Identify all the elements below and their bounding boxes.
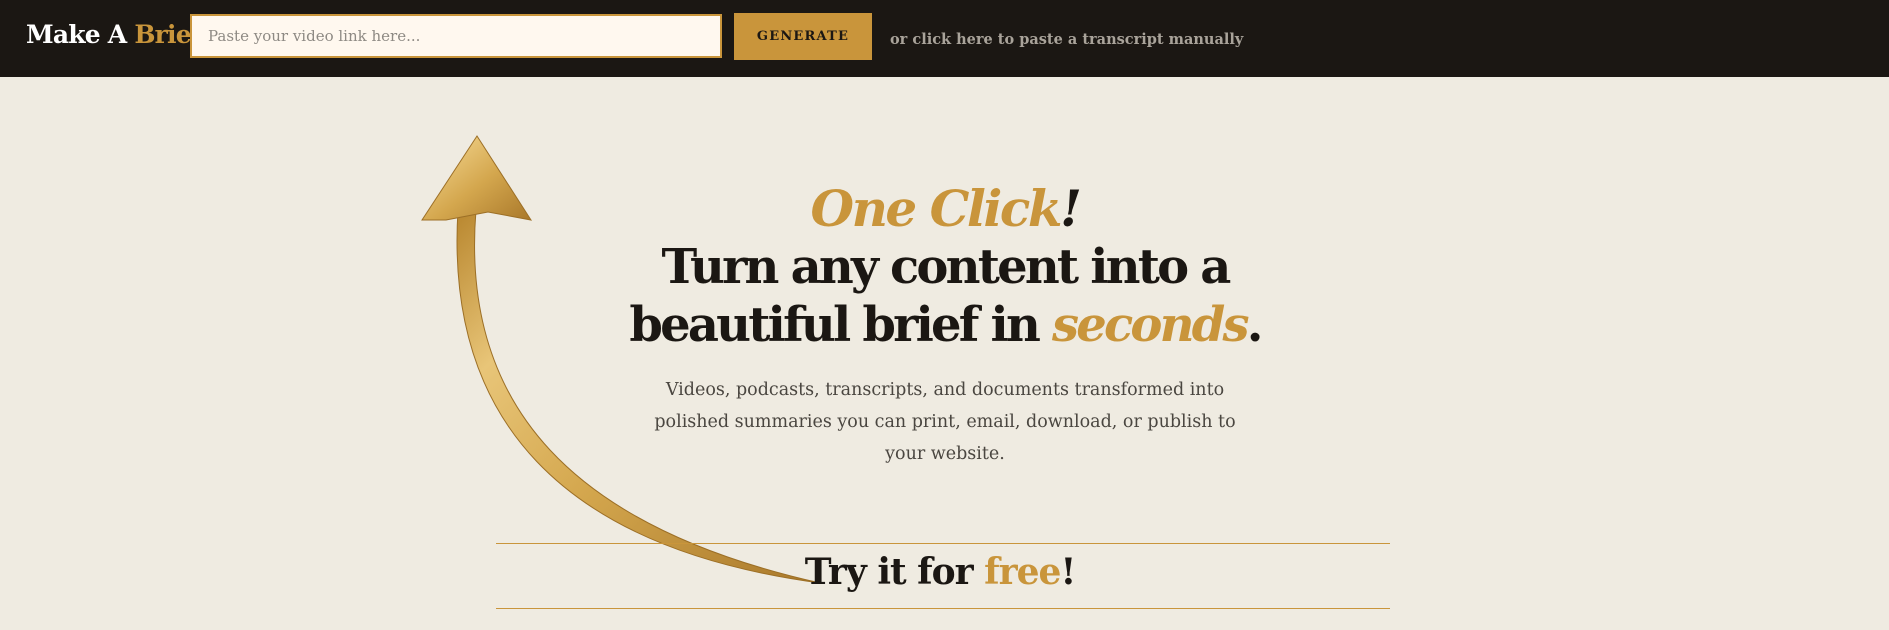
logo-text: Make A xyxy=(26,20,135,49)
paste-transcript-link[interactable]: or click here to paste a transcript manu… xyxy=(890,31,1243,48)
divider-top xyxy=(496,543,1390,544)
tagline: One Click! xyxy=(620,180,1270,238)
top-bar: Make A Brief GENERATE or click here to p… xyxy=(0,0,1889,77)
headline-accent: seconds xyxy=(1052,297,1249,353)
hero-section: One Click! Turn any content into a beaut… xyxy=(620,180,1270,470)
generate-button[interactable]: GENERATE xyxy=(734,13,872,60)
try-exclamation: ! xyxy=(1060,551,1076,593)
video-link-input[interactable] xyxy=(190,14,722,58)
hero-description: Videos, podcasts, transcripts, and docum… xyxy=(654,380,1236,464)
tagline-exclamation: ! xyxy=(1060,179,1082,238)
try-free-heading[interactable]: Try it for free! xyxy=(700,550,1180,594)
logo[interactable]: Make A Brief xyxy=(26,20,202,49)
divider-bottom xyxy=(496,608,1390,609)
headline-line2: beautiful brief in xyxy=(629,297,1052,353)
try-text: Try it for xyxy=(804,551,985,593)
headline: Turn any content into a beautiful brief … xyxy=(620,238,1270,354)
headline-line1: Turn any content into a xyxy=(661,239,1231,295)
tagline-text: One Click xyxy=(810,179,1063,238)
headline-period: . xyxy=(1246,297,1264,353)
try-accent: free xyxy=(984,551,1061,593)
